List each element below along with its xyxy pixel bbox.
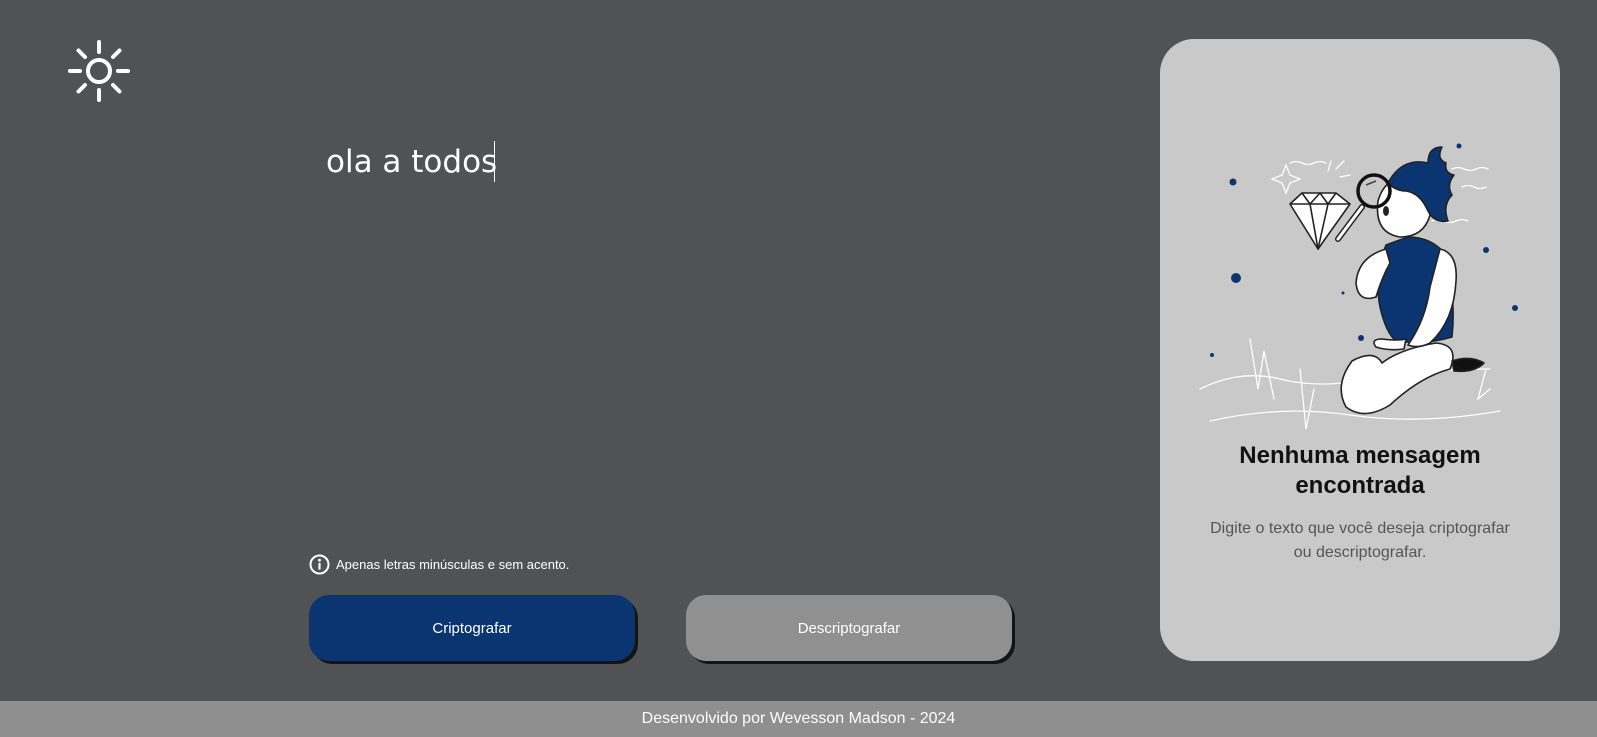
info-icon (309, 554, 330, 575)
decrypt-button[interactable]: Descriptografar (686, 595, 1012, 661)
page: ola a todos Apenas letras minúsculas e s… (0, 0, 1597, 737)
theme-toggle-button[interactable] (68, 40, 130, 102)
input-hint: Apenas letras minúsculas e sem acento. (309, 554, 569, 575)
encrypt-button[interactable]: Criptografar (309, 595, 635, 661)
message-input[interactable]: ola a todos (326, 140, 1106, 520)
footer: Desenvolvido por Wevesson Madson - 2024 (0, 701, 1597, 737)
sun-icon (68, 40, 130, 102)
person-with-magnifying-glass-illustration (1199, 143, 1518, 430)
hint-text: Apenas letras minúsculas e sem acento. (336, 557, 570, 572)
empty-state-description: Digite o texto que você deseja criptogra… (1210, 520, 1510, 561)
text-caret (494, 141, 495, 182)
output-card: Nenhuma mensagem encontrada Digite o tex… (1160, 39, 1560, 661)
empty-state-title: Nenhuma mensagem encontrada (1239, 442, 1481, 499)
